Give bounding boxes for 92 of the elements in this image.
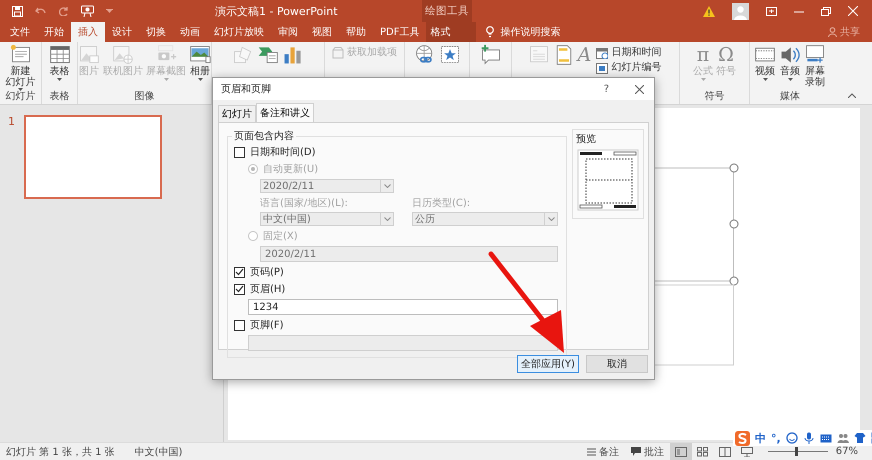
ribbon-display-icon[interactable] xyxy=(766,6,777,16)
ribbon-tab[interactable]: 设计 xyxy=(105,22,139,42)
view-button[interactable] xyxy=(670,442,692,460)
dialog-title: 页眉和页脚 xyxy=(221,82,272,96)
ribbon-tab[interactable]: 审阅 xyxy=(271,22,305,42)
reading-view-icon xyxy=(718,446,731,456)
group-label: 媒体 xyxy=(780,91,800,103)
save-icon[interactable] xyxy=(12,6,23,16)
dialog-tab[interactable]: 备注和讲义 xyxy=(256,103,314,122)
language-status[interactable]: 中文(中国) xyxy=(134,444,182,458)
slide-number: 1 xyxy=(8,115,16,128)
group-title: 页面包含内容 xyxy=(233,130,295,143)
zoom-level[interactable]: 67% xyxy=(834,446,872,457)
checkbox-label: 页眉(H) xyxy=(250,283,286,296)
sorter-view-icon xyxy=(696,446,709,456)
ribbon-tab[interactable]: 格式 xyxy=(426,22,476,42)
tell-me-search[interactable]: 操作说明搜索 xyxy=(476,22,566,42)
ribbon-tab[interactable]: 插入 xyxy=(71,22,105,42)
table-button[interactable]: 表格 xyxy=(48,44,72,91)
person-icon xyxy=(828,27,837,37)
new-slide-button[interactable]: 新建 幻灯片 xyxy=(4,44,36,91)
dropdown-caret-icon xyxy=(384,184,390,188)
ribbon-tab[interactable]: 帮助 xyxy=(339,22,373,42)
collapse-ribbon-icon[interactable] xyxy=(848,93,856,98)
window-title: 演示文稿1 - PowerPoint xyxy=(215,4,339,18)
radio-label: 自动更新(U) xyxy=(263,162,318,176)
number-box-icon xyxy=(596,62,608,74)
group-label: 符号 xyxy=(704,91,724,103)
field-label: 日历类型(C): xyxy=(412,196,472,210)
checkbox[interactable] xyxy=(234,146,245,158)
slideshow-view-icon xyxy=(740,446,753,456)
share-button[interactable]: 共享 xyxy=(822,22,872,42)
checkbox[interactable] xyxy=(234,284,245,294)
lightbulb-icon xyxy=(486,26,494,38)
checkbox-label: 页码(P) xyxy=(250,266,284,279)
close-icon[interactable] xyxy=(848,6,858,16)
calendar-icon xyxy=(596,47,608,59)
checkbox[interactable] xyxy=(234,320,245,330)
keyboard-icon[interactable] xyxy=(820,432,832,444)
page-preview-drawing xyxy=(576,149,640,211)
radio-label: 固定(X) xyxy=(263,230,298,243)
comments-button[interactable]: 批注 xyxy=(624,443,670,460)
restore-icon[interactable] xyxy=(821,6,831,16)
album-button[interactable]: 相册 xyxy=(188,44,212,91)
ribbon-tab[interactable]: 文件 xyxy=(0,22,37,42)
checkbox-label: 页脚(F) xyxy=(250,318,284,332)
dropdown-caret-icon xyxy=(548,217,554,221)
dialog-button[interactable]: 全部应用(Y) xyxy=(517,355,579,373)
projector-icon[interactable] xyxy=(81,5,94,17)
dialog-tab[interactable]: 幻灯片 xyxy=(218,105,256,122)
help-button[interactable]: ? xyxy=(604,84,609,94)
context-tab-label: 绘图工具 xyxy=(422,0,472,22)
notes-button[interactable]: 备注 xyxy=(580,443,625,460)
close-button[interactable] xyxy=(635,84,644,94)
ribbon-tab[interactable]: 幻灯片放映 xyxy=(207,22,271,42)
input-mode[interactable]: 中 xyxy=(755,430,766,446)
punctuation-mode[interactable]: °, xyxy=(771,432,781,444)
group-label: 图像 xyxy=(134,91,154,103)
zoom-slider-thumb[interactable] xyxy=(794,447,798,456)
notes-icon xyxy=(586,448,596,456)
normal-view-icon xyxy=(674,446,687,456)
store-icon xyxy=(332,47,344,59)
ribbon-tab[interactable]: 动画 xyxy=(173,22,207,42)
shirt-icon[interactable] xyxy=(854,432,866,444)
ribbon-tab[interactable]: 开始 xyxy=(37,22,71,42)
ribbon-tab[interactable]: PDF工具 xyxy=(373,22,426,42)
screen-recording-button[interactable]: 屏幕 录制 xyxy=(803,44,827,91)
avatar-icon[interactable] xyxy=(732,2,749,20)
date-time-button[interactable]: 日期和时间 xyxy=(593,47,664,59)
video-button[interactable]: 视频 xyxy=(753,44,777,91)
ribbon-tab[interactable]: 视图 xyxy=(305,22,339,42)
dialog-button[interactable]: 取消 xyxy=(586,355,648,373)
slide-number-button[interactable]: 幻灯片编号 xyxy=(593,62,664,74)
slide-thumbnail[interactable] xyxy=(24,115,162,199)
field-label: 语言(国家/地区)(L): xyxy=(260,196,349,210)
smiley-icon[interactable] xyxy=(786,432,798,444)
checkbox[interactable] xyxy=(234,266,245,278)
group-label: 幻灯片 xyxy=(6,91,36,103)
ribbon-tab[interactable]: 切换 xyxy=(139,22,173,42)
audio-button[interactable]: 音频 xyxy=(778,44,802,91)
group-label: 表格 xyxy=(50,91,70,103)
preview-label: 预览 xyxy=(576,133,597,146)
sogou-logo-icon[interactable] xyxy=(735,430,750,446)
checkbox-label: 日期和时间(D) xyxy=(250,146,316,159)
text-field[interactable]: 1234 xyxy=(248,299,558,315)
dropdown-caret-icon xyxy=(384,217,390,221)
people-icon[interactable] xyxy=(836,432,849,444)
close-icon xyxy=(635,84,644,94)
comment-icon xyxy=(630,447,641,456)
microphone-icon[interactable] xyxy=(802,432,815,444)
slide-count: 幻灯片 第 1 张，共 1 张 xyxy=(6,446,115,458)
warning-icon[interactable] xyxy=(703,6,715,16)
